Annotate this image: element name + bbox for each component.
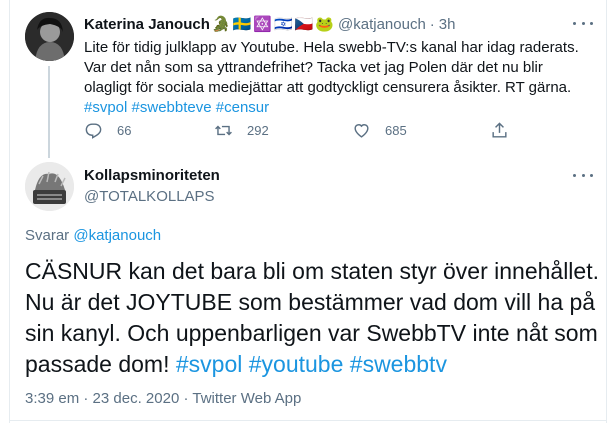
hashtag-link[interactable]: #swebbteve: [132, 99, 212, 116]
reply-count: 66: [117, 123, 132, 138]
tweet2-meta: 3:39 em · 23 dec. 2020 · Twitter Web App: [25, 390, 301, 407]
sweden-flag-icon: 🇸🇪: [232, 16, 252, 33]
tweet1-header: Katerina Janouch 🐊 🇸🇪 🔯 🇮🇱 🇨🇿 🐸 @katjano…: [84, 15, 456, 34]
tweet1-handle[interactable]: @katjanouch: [338, 16, 426, 33]
star-of-david-icon: 🔯: [253, 16, 272, 33]
hashtag-link[interactable]: #svpol: [176, 351, 242, 377]
hashtag-link[interactable]: #swebbtv: [350, 351, 447, 377]
tweet2-text: CÄSNUR kan det bara bli om staten styr ö…: [25, 256, 600, 380]
more-icon[interactable]: [573, 170, 593, 180]
replying-prefix: Svarar: [25, 227, 70, 244]
replying-to: Svarar @katjanouch: [25, 227, 161, 244]
czech-flag-icon: 🇨🇿: [294, 16, 314, 33]
israel-flag-icon: 🇮🇱: [273, 16, 293, 33]
thread-connector-line: [48, 66, 50, 158]
tweet2-date[interactable]: 23 dec. 2020: [93, 390, 180, 407]
replying-to-handle[interactable]: @katjanouch: [73, 227, 161, 244]
tweet1-action-bar: 66 292 685: [84, 121, 524, 143]
tweet1-timestamp[interactable]: 3h: [439, 16, 456, 33]
retweet-count: 292: [247, 123, 269, 138]
hashtag-link[interactable]: #youtube: [249, 351, 344, 377]
hashtag-link[interactable]: #censur: [216, 99, 269, 116]
hashtag-link[interactable]: #svpol: [84, 99, 127, 116]
share-icon: [492, 122, 507, 138]
tweet1-body: Lite för tidig julklapp av Youtube. Hela…: [84, 39, 579, 96]
tweet2-handle[interactable]: @TOTALKOLLAPS: [84, 188, 215, 205]
avatar-kollapsminoriteten[interactable]: [25, 162, 74, 211]
share-button[interactable]: [490, 121, 509, 140]
like-button[interactable]: 685: [352, 121, 407, 140]
retweet-icon: [215, 125, 232, 136]
tweet2-time[interactable]: 3:39 em: [25, 390, 79, 407]
separator-dot: ·: [83, 390, 89, 407]
retweet-button[interactable]: 292: [214, 121, 269, 140]
separator-dot: ·: [183, 390, 189, 407]
more-icon[interactable]: [573, 18, 593, 28]
like-count: 685: [385, 123, 407, 138]
reply-button[interactable]: 66: [84, 121, 131, 140]
reply-icon: [85, 123, 102, 139]
tweet2-author-name[interactable]: Kollapsminoriteten: [84, 167, 220, 184]
crocodile-emoji-icon: 🐊: [211, 16, 231, 33]
heart-icon: [354, 124, 369, 138]
frog-emoji-icon: 🐸: [315, 16, 334, 33]
tweet1-author-name[interactable]: Katerina Janouch: [84, 16, 210, 33]
divider: [9, 420, 607, 421]
tweet1-text: Lite för tidig julklapp av Youtube. Hela…: [84, 38, 594, 118]
tweet2-source[interactable]: Twitter Web App: [192, 390, 301, 407]
separator-dot: ·: [429, 15, 435, 33]
avatar-katerina[interactable]: [25, 12, 74, 61]
